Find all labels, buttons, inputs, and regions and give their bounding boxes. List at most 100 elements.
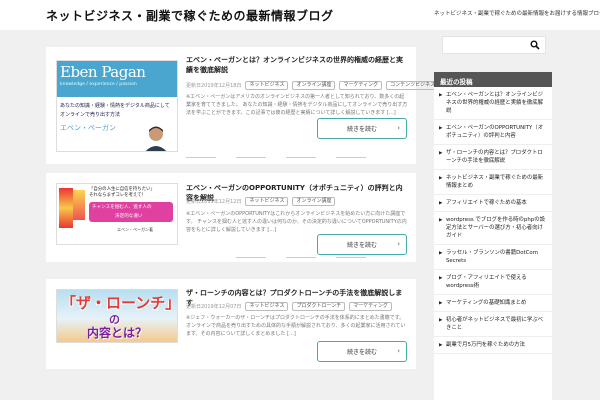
list-item[interactable]: ▶ アフィリエイトで稼ぐための基本	[434, 195, 552, 212]
bullet-icon: ▶	[439, 93, 443, 98]
bullet-icon: ▶	[439, 301, 443, 306]
search-field[interactable]	[443, 37, 523, 53]
divider	[336, 257, 366, 258]
post-tag[interactable]: プロダクトローンチ	[292, 302, 346, 311]
thumbnail-title: Eben Pagan	[60, 63, 146, 81]
person-photo-icon	[145, 126, 167, 151]
bullet-icon: ▶	[439, 251, 443, 256]
recent-post-link[interactable]: アフィリエイトで稼ぐための基本	[446, 200, 527, 206]
thumbnail-quote: それならまずコレを考えて！	[89, 193, 146, 198]
thumbnail-author: エベン・ペーガン著	[117, 227, 153, 232]
bullet-icon: ▶	[439, 276, 443, 281]
post-date: 更新日2019年12月18日	[186, 83, 242, 89]
recent-post-link[interactable]: マーケティングの基礎知識まとめ	[446, 300, 526, 306]
thumbnail-headline: チャンスを掴む人、逃す人の	[92, 205, 152, 210]
post-tag[interactable]: マーケティング	[339, 81, 383, 90]
post-excerpt: ※エベン・ペーガンはアメリカのオンラインビジネスの第一人者として知られており、数…	[186, 94, 408, 116]
post-thumbnail[interactable]: Eben Pagan knowledge / experience / pass…	[56, 60, 178, 152]
post-tag[interactable]: ネットビジネス	[245, 81, 289, 90]
bullet-icon: ▶	[439, 201, 443, 206]
list-item[interactable]: ▶ ブログ・アフィリエイトで使える wordpress術	[434, 270, 552, 295]
thumbnail-text: あなたの知識・経験・情熱をデジタル商品にして	[60, 103, 170, 109]
list-item[interactable]: ▶ wordpress でブログを作る時のphpの設定方法とサーバーの選び方・初心…	[434, 212, 552, 245]
chevron-right-icon: ›	[397, 124, 400, 132]
post-excerpt: ※エベン・ペーガンのOPPORTUNITYはこれからオンラインビジネスを始めたい…	[186, 211, 407, 233]
divider	[236, 257, 266, 258]
post-card: Eben Pagan knowledge / experience / pass…	[46, 47, 440, 164]
post-thumbnail[interactable]: 「自分の人生に自信を持ちたい」 それならまずコレを考えて！ チャンスを掴む人、逃…	[56, 183, 178, 245]
chevron-right-icon: ›	[397, 347, 400, 355]
thumbnail-text: 「自分の人生に自信を持ちたい」 それならまずコレを考えて！	[89, 187, 155, 199]
bullet-icon: ▶	[439, 176, 443, 181]
thumbnail-graphic	[59, 188, 73, 228]
chevron-right-icon: ›	[397, 240, 400, 248]
bullet-icon: ▶	[439, 151, 443, 156]
post-meta: 更新日2019年12月18日 ネットビジネス オンライン講座 マーケティング コ…	[186, 81, 440, 90]
search-icon[interactable]	[530, 40, 540, 50]
list-item[interactable]: ▶ 初心者がネットビジネスで最初に学ぶべきこと	[434, 312, 552, 337]
divider	[186, 157, 216, 158]
thumbnail-subtitle: knowledge / experience / passion	[60, 82, 137, 87]
thumbnail-title: 「ザ・ローンチ」	[61, 294, 178, 312]
thumbnail-text: 内容とは？	[87, 326, 148, 340]
site-description: ネットビジネス・副業で稼ぐための最新情報をお届けする情報ブログです	[434, 11, 600, 17]
site-header: ネットビジネス・副業で稼ぐための最新情報ブログ ネットビジネス・副業で稼ぐための…	[0, 0, 600, 30]
post-tag[interactable]: ネットビジネス	[245, 197, 289, 206]
search-input[interactable]	[442, 36, 546, 54]
recent-post-link[interactable]: 初心者がネットビジネスで最初に学ぶべきこと	[446, 317, 543, 331]
thumbnail-quote: 「自分の人生に自信を持ちたい」	[89, 187, 155, 192]
post-thumbnail[interactable]: 「ザ・ローンチ」 の 内容とは？	[56, 289, 178, 343]
recent-post-link[interactable]: エベン・ペーガンのOPPORTUNITY（オポチュニティ）の評判と内容	[446, 125, 543, 139]
post-excerpt: ※ジェフ・ウォーカーのザ・ローンチはプロダクトローンチの手法を体系的にまとめた書…	[186, 315, 406, 337]
recent-post-link[interactable]: 副業で月5万円を稼ぐための方法	[446, 342, 525, 348]
list-item[interactable]: ▶ 副業で月5万円を稼ぐための方法	[434, 337, 552, 354]
recent-post-link[interactable]: ザ・ローンチの内容とは？プロダクトローンチの手法を徹底解説	[446, 150, 543, 164]
list-item[interactable]: ▶ マーケティングの基礎知識まとめ	[434, 295, 552, 312]
post-tag[interactable]: ネットビジネス	[245, 302, 289, 311]
post-meta: 更新日2019年12月12日 ネットビジネス オンライン講座	[186, 197, 336, 206]
thumbnail-headline: 決定的な違い	[115, 214, 143, 219]
thumbnail-author: エベン・ペーガン	[60, 124, 116, 132]
post-meta: 更新日2019年12月07日 ネットビジネス プロダクトローンチ マーケティング	[186, 302, 392, 311]
read-more-button[interactable]: 続きを読む ›	[317, 234, 407, 255]
recent-post-link[interactable]: エベン・ペーガンとは？オンラインビジネスの世界的権威の経歴と実績を徹底解説	[446, 92, 543, 114]
recent-post-link[interactable]: ネットビジネス・副業で稼ぐための最新情報まとめ	[446, 175, 543, 189]
read-more-label: 続きを読む	[346, 126, 377, 133]
divider	[286, 257, 316, 258]
widget-title: 最近の投稿	[434, 72, 552, 87]
post-card: 「ザ・ローンチ」 の 内容とは？ ザ・ローンチの内容とは？プロダクトローンチの手…	[46, 279, 416, 369]
read-more-button[interactable]: 続きを読む ›	[317, 341, 407, 362]
recent-post-link[interactable]: ブログ・アフィリエイトで使える wordpress術	[446, 275, 527, 289]
recent-post-link[interactable]: wordpress でブログを作る時のphpの設定方法とサーバーの選び方・初心者…	[446, 217, 545, 239]
thumbnail-banner: チャンスを掴む人、逃す人の 決定的な違い	[89, 202, 173, 222]
bullet-icon: ▶	[439, 218, 443, 223]
post-tag[interactable]: オンライン講座	[292, 81, 336, 90]
list-item[interactable]: ▶ エベン・ペーガンのOPPORTUNITY（オポチュニティ）の評判と内容	[434, 120, 552, 145]
recent-post-link[interactable]: ラッセル・ブランソンの書籍DotCom Secrets	[446, 250, 538, 264]
divider	[236, 157, 266, 158]
read-more-label: 続きを読む	[346, 242, 377, 249]
bullet-icon: ▶	[439, 318, 443, 323]
list-item[interactable]: ▶ ザ・ローンチの内容とは？プロダクトローンチの手法を徹底解説	[434, 145, 552, 170]
post-tag[interactable]: オンライン講座	[292, 197, 336, 206]
bullet-icon: ▶	[439, 126, 443, 131]
post-tag[interactable]: コンテンツビジネス	[386, 81, 440, 90]
site-title[interactable]: ネットビジネス・副業で稼ぐための最新情報ブログ	[46, 7, 334, 24]
post-title[interactable]: エベン・ペーガンとは？オンラインビジネスの世界的権威の経歴と実績を徹底解説	[186, 55, 406, 75]
recent-posts-widget: 最近の投稿 ▶ エベン・ペーガンとは？オンラインビジネスの世界的権威の経歴と実績を…	[434, 72, 552, 400]
read-more-label: 続きを読む	[346, 349, 377, 356]
thumbnail-text: オンラインで売り出す方法	[60, 112, 121, 118]
post-date: 更新日2019年12月12日	[186, 199, 242, 205]
list-item[interactable]: ▶ エベン・ペーガンとは？オンラインビジネスの世界的権威の経歴と実績を徹底解説	[434, 87, 552, 120]
bullet-icon: ▶	[439, 343, 443, 348]
post-date: 更新日2019年12月07日	[186, 304, 242, 310]
thumbnail-graphic	[73, 190, 85, 220]
recent-posts-list: ▶ エベン・ペーガンとは？オンラインビジネスの世界的権威の経歴と実績を徹底解説 ▶…	[434, 87, 552, 354]
list-item[interactable]: ▶ ネットビジネス・副業で稼ぐための最新情報まとめ	[434, 170, 552, 195]
divider	[286, 157, 316, 158]
post-card: 「自分の人生に自信を持ちたい」 それならまずコレを考えて！ チャンスを掴む人、逃…	[46, 173, 416, 262]
read-more-button[interactable]: 続きを読む ›	[317, 118, 407, 139]
list-item[interactable]: ▶ ラッセル・ブランソンの書籍DotCom Secrets	[434, 245, 552, 270]
post-tag[interactable]: マーケティング	[349, 302, 392, 311]
divider	[336, 157, 366, 158]
